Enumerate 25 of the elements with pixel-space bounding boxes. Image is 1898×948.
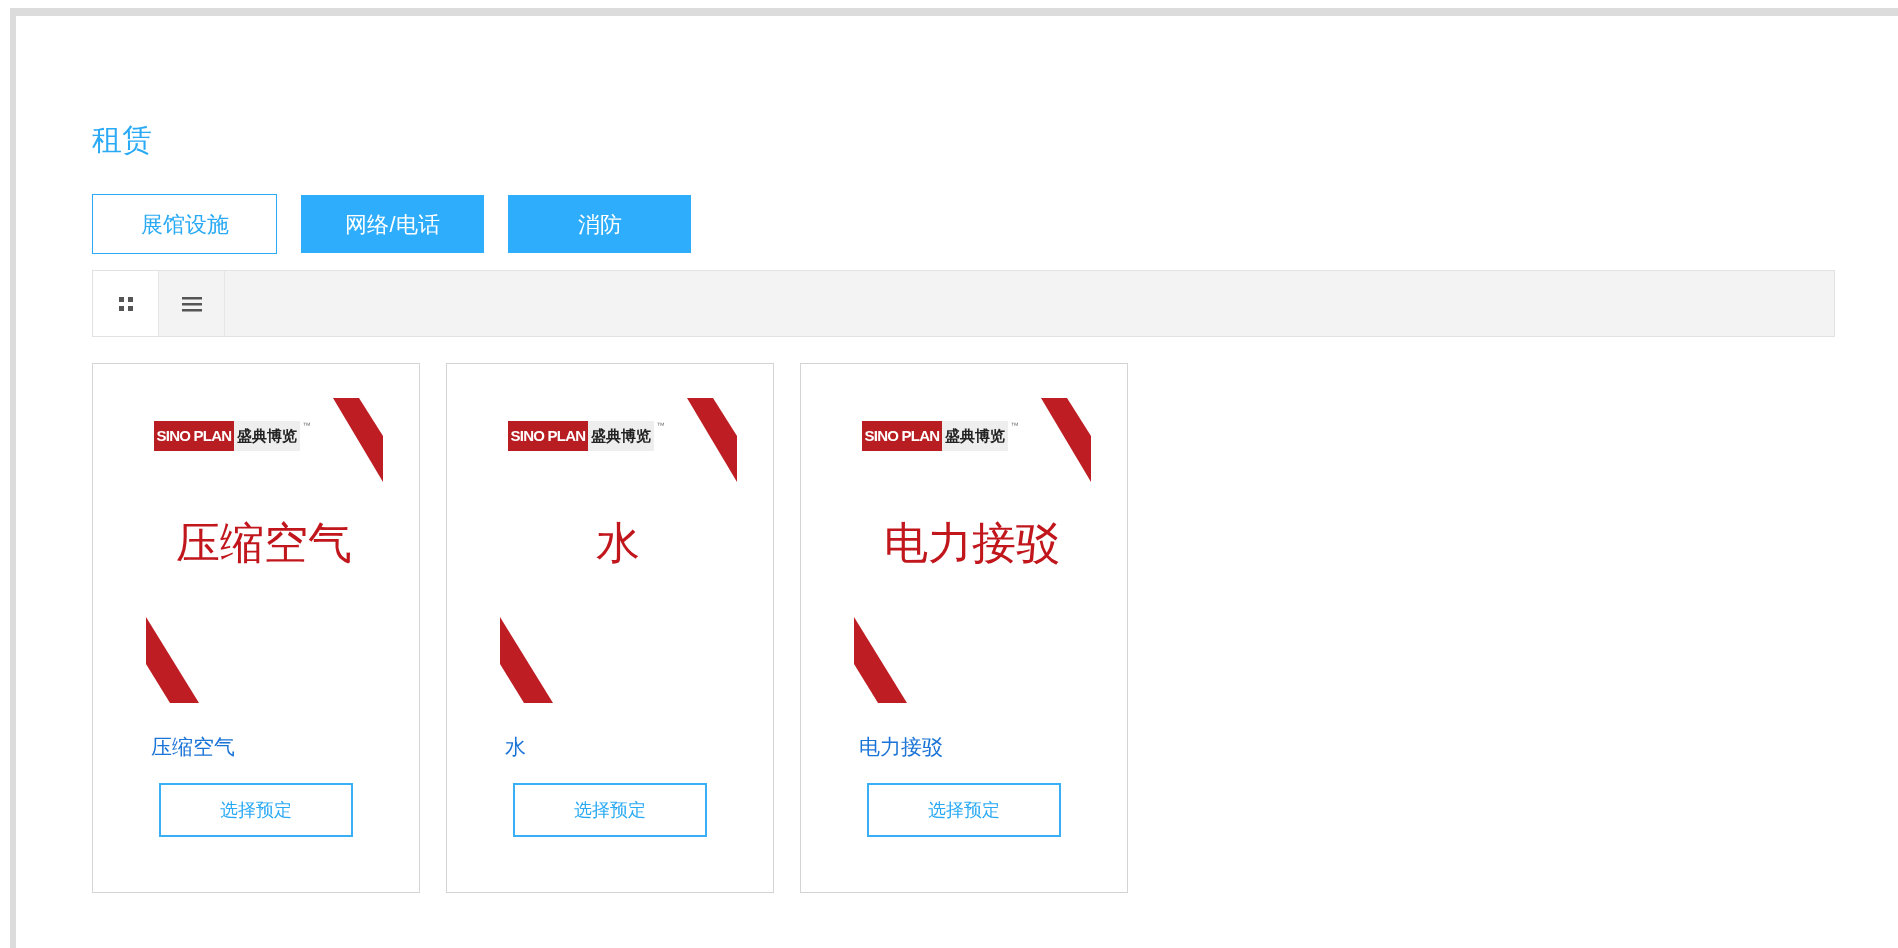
- logo-text: SINO PLAN: [861, 421, 943, 451]
- logo-text: SINO PLAN: [153, 421, 235, 451]
- logo-text: SINO PLAN: [507, 421, 589, 451]
- logo-brand: 盛典博览: [234, 421, 301, 451]
- section-title: 租赁: [92, 122, 152, 158]
- image-title: 压缩空气: [175, 517, 353, 569]
- list-view-icon: [181, 295, 202, 312]
- category-tab[interactable]: 消防: [508, 195, 691, 253]
- grid-view-icon: [117, 295, 134, 312]
- image-title: 水: [595, 517, 641, 569]
- category-tab[interactable]: 展馆设施: [92, 194, 277, 254]
- product-name: 水: [505, 734, 526, 760]
- image-title: 电力接驳: [883, 517, 1061, 569]
- trademark-mark: ™: [656, 421, 665, 431]
- logo-brand: 盛典博览: [942, 421, 1009, 451]
- product-name: 压缩空气: [151, 734, 235, 760]
- product-name: 电力接驳: [859, 734, 943, 760]
- trademark-mark: ™: [302, 421, 311, 431]
- grid-view-button[interactable]: [93, 271, 159, 336]
- reserve-button[interactable]: 选择预定: [867, 783, 1061, 837]
- logo-brand: 盛典博览: [588, 421, 655, 451]
- category-tab[interactable]: 网络/电话: [301, 195, 484, 253]
- trademark-mark: ™: [1010, 421, 1019, 431]
- reserve-button[interactable]: 选择预定: [159, 783, 353, 837]
- reserve-button[interactable]: 选择预定: [513, 783, 707, 837]
